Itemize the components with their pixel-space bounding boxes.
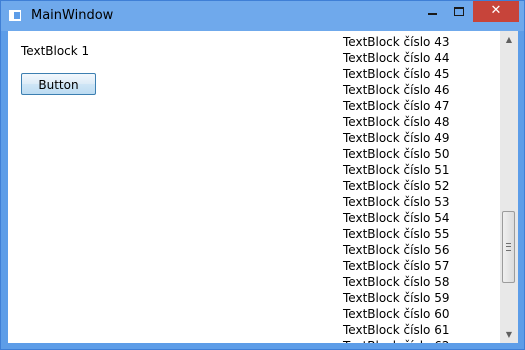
list-item: TextBlock číslo 48 <box>343 115 450 129</box>
scroll-down-arrow-icon[interactable]: ▼ <box>500 326 518 343</box>
list-item: TextBlock číslo 59 <box>343 291 450 305</box>
vertical-scrollbar[interactable]: ▲ ▼ <box>500 31 518 343</box>
scroll-up-arrow-icon[interactable]: ▲ <box>500 31 518 48</box>
title-bar[interactable]: MainWindow ✕ <box>1 1 524 31</box>
list-item: TextBlock číslo 55 <box>343 227 450 241</box>
list-item: TextBlock číslo 58 <box>343 275 450 289</box>
text-block-1: TextBlock 1 <box>21 44 90 58</box>
window-app-icon[interactable] <box>9 10 21 21</box>
list-item: TextBlock číslo 46 <box>343 83 450 97</box>
window-app-icon-pane <box>14 12 20 19</box>
list-item: TextBlock číslo 60 <box>343 307 450 321</box>
window-client-area: TextBlock 1 Button TextBlock číslo 43 Tex… <box>8 31 518 343</box>
minimize-icon <box>428 13 437 15</box>
scrollbar-thumb[interactable] <box>502 211 515 283</box>
main-button[interactable]: Button <box>21 73 96 95</box>
main-window: MainWindow ✕ TextBlock 1 Button TextBloc… <box>0 0 525 350</box>
list-item: TextBlock číslo 51 <box>343 163 450 177</box>
list-item: TextBlock číslo 62 <box>343 338 449 343</box>
list-item: TextBlock číslo 61 <box>343 323 450 337</box>
close-icon: ✕ <box>490 3 502 18</box>
list-item: TextBlock číslo 43 <box>343 35 450 49</box>
list-item: TextBlock číslo 45 <box>343 67 450 81</box>
list-item: TextBlock číslo 47 <box>343 99 450 113</box>
list-item: TextBlock číslo 53 <box>343 195 450 209</box>
close-button[interactable]: ✕ <box>473 1 519 22</box>
minimize-button[interactable] <box>419 1 446 22</box>
list-item: TextBlock číslo 44 <box>343 51 450 65</box>
text-block-list: TextBlock číslo 43 TextBlock číslo 44 Text… <box>343 34 449 343</box>
list-item: TextBlock číslo 50 <box>343 147 450 161</box>
scrollbar-grip-icon <box>506 243 511 251</box>
list-item: TextBlock číslo 57 <box>343 259 450 273</box>
list-item: TextBlock číslo 54 <box>343 211 450 225</box>
window-title: MainWindow <box>31 8 114 23</box>
list-item: TextBlock číslo 49 <box>343 131 450 145</box>
maximize-button[interactable] <box>446 1 472 22</box>
maximize-icon <box>454 7 464 16</box>
list-item: TextBlock číslo 52 <box>343 179 450 193</box>
list-item: TextBlock číslo 56 <box>343 243 450 257</box>
